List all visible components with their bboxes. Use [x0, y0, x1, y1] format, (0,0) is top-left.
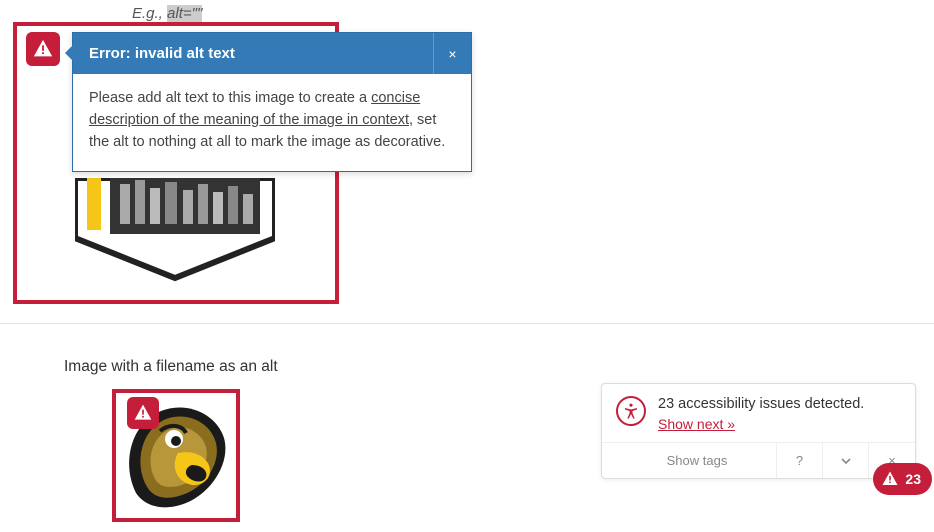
tooltip-title: Error: invalid alt text: [73, 33, 433, 74]
horizontal-divider: [0, 323, 934, 324]
shield-building-image: [75, 178, 275, 288]
chevron-down-icon: [840, 455, 852, 467]
alert-triangle-icon: [133, 403, 153, 423]
issue-count: 23: [905, 471, 921, 487]
expand-button[interactable]: [823, 443, 869, 478]
error-tooltip: Error: invalid alt text × Please add alt…: [72, 32, 472, 172]
show-next-link[interactable]: Show next »: [658, 416, 735, 432]
panel-message: 23 accessibility issues detected.: [658, 396, 864, 412]
example-label: E.g., alt="": [132, 5, 202, 22]
tooltip-close-button[interactable]: ×: [433, 33, 471, 74]
help-button[interactable]: ?: [777, 443, 823, 478]
tooltip-body: Please add alt text to this image to cre…: [73, 74, 471, 171]
show-tags-button[interactable]: Show tags: [602, 443, 777, 478]
alert-triangle-icon: [32, 38, 54, 60]
issue-count-pill[interactable]: 23: [873, 463, 932, 495]
alert-triangle-icon: [881, 470, 899, 488]
accessibility-panel: 23 accessibility issues detected. Show n…: [601, 383, 916, 479]
error-badge-1[interactable]: [26, 32, 60, 66]
section-caption-filename-alt: Image with a filename as an alt: [64, 358, 278, 376]
error-badge-2[interactable]: [127, 397, 159, 429]
accessibility-icon: [616, 396, 646, 426]
